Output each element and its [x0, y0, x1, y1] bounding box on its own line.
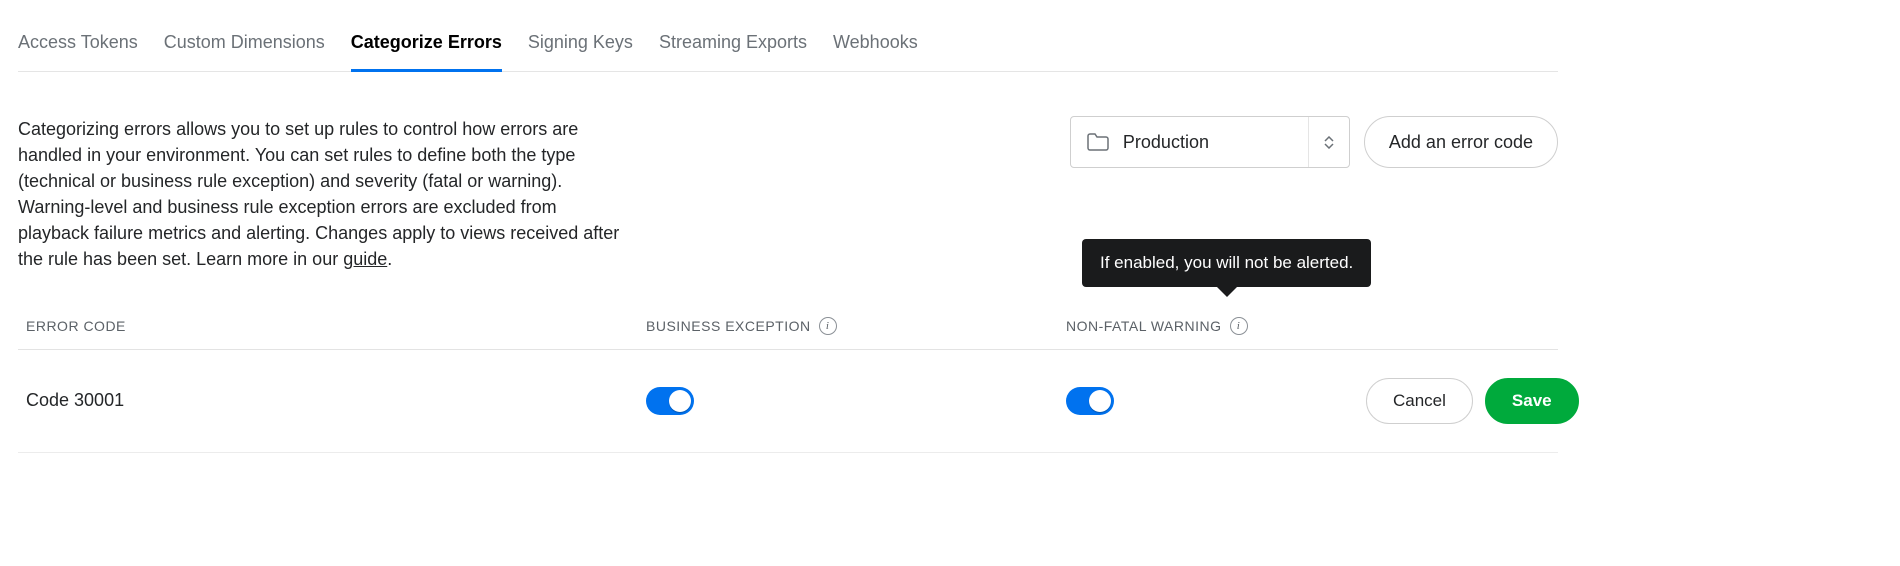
- col-error-code: ERROR CODE: [26, 318, 646, 334]
- col-non-fatal-warning-label: NON-FATAL WARNING: [1066, 318, 1222, 334]
- error-code-value: Code 30001: [26, 390, 646, 411]
- add-error-code-button[interactable]: Add an error code: [1364, 116, 1558, 168]
- info-icon[interactable]: i: [819, 317, 837, 335]
- settings-tabs: Access Tokens Custom Dimensions Categori…: [18, 24, 1558, 72]
- select-stepper-icon: [1308, 117, 1349, 167]
- environment-select[interactable]: Production: [1070, 116, 1350, 168]
- col-error-code-label: ERROR CODE: [26, 318, 126, 334]
- tab-streaming-exports[interactable]: Streaming Exports: [659, 24, 807, 72]
- environment-value: Production: [1123, 132, 1308, 153]
- tab-custom-dimensions[interactable]: Custom Dimensions: [164, 24, 325, 72]
- tab-categorize-errors[interactable]: Categorize Errors: [351, 24, 502, 72]
- non-fatal-warning-toggle[interactable]: [1066, 387, 1114, 415]
- save-button[interactable]: Save: [1485, 378, 1579, 424]
- description-suffix: .: [387, 249, 392, 269]
- tooltip-non-fatal-warning: If enabled, you will not be alerted.: [1082, 239, 1371, 287]
- page-description: Categorizing errors allows you to set up…: [18, 116, 628, 273]
- col-business-exception: BUSINESS EXCEPTION i: [646, 317, 1066, 335]
- guide-link[interactable]: guide: [343, 249, 387, 269]
- tab-signing-keys[interactable]: Signing Keys: [528, 24, 633, 72]
- cancel-button[interactable]: Cancel: [1366, 378, 1473, 424]
- business-exception-toggle[interactable]: [646, 387, 694, 415]
- tab-access-tokens[interactable]: Access Tokens: [18, 24, 138, 72]
- info-icon[interactable]: i: [1230, 317, 1248, 335]
- col-non-fatal-warning: NON-FATAL WARNING i: [1066, 317, 1366, 335]
- col-business-exception-label: BUSINESS EXCEPTION: [646, 318, 811, 334]
- folder-icon: [1087, 133, 1109, 151]
- description-text: Categorizing errors allows you to set up…: [18, 119, 619, 269]
- tab-webhooks[interactable]: Webhooks: [833, 24, 918, 72]
- table-row: Code 30001 Cancel Save: [18, 350, 1558, 453]
